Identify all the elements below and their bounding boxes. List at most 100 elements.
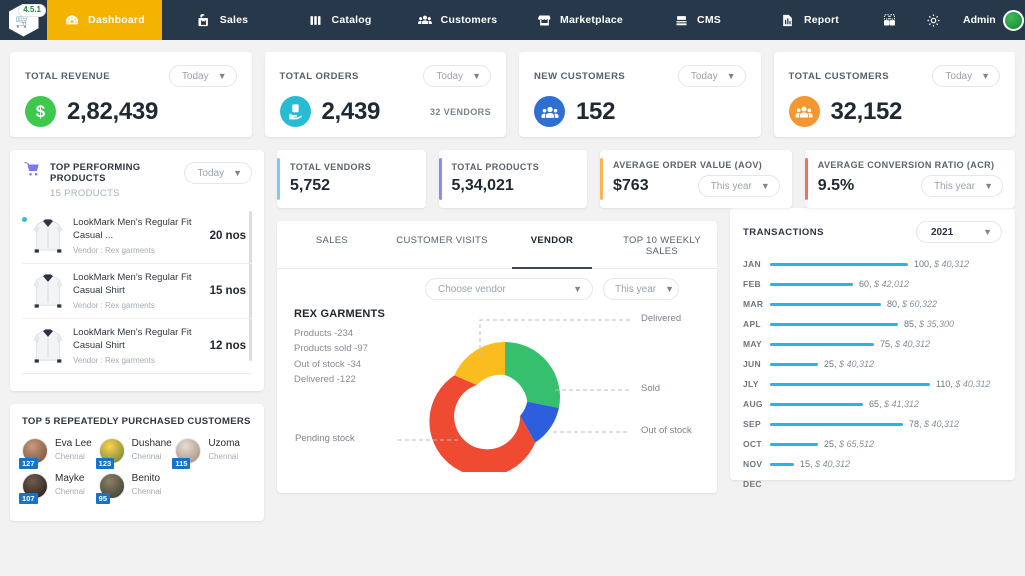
list-item[interactable]: LookMark Men's Regular Fit Casual ... Ve… xyxy=(22,209,252,264)
nav-label-customers: Customers xyxy=(440,14,498,26)
table-row: DEC xyxy=(743,474,1002,494)
list-item[interactable]: 127 Eva Lee Chennai xyxy=(19,438,99,469)
stat-card-total-vendors: TOTAL VENDORS 5,752 xyxy=(277,150,426,208)
kpi-row: TOTAL REVENUE Today ▼ $ 2,82,439 TOTAL O… xyxy=(10,52,1015,137)
vendor-select[interactable]: Choose vendor ▼ xyxy=(425,278,593,300)
tpp-period-select[interactable]: Today ▼ xyxy=(184,162,252,184)
kpi-period-select[interactable]: Today ▼ xyxy=(677,65,746,87)
kpi-value-group: 152 xyxy=(534,96,615,127)
catalog-books-icon xyxy=(308,12,324,28)
stat-card-acr: AVERAGE CONVERSION RATIO (ACR) 9.5% This… xyxy=(804,150,1015,208)
customer-texts: Mayke Chennai xyxy=(55,473,85,499)
transaction-amount: $ 65,512 xyxy=(839,439,875,449)
transaction-amount: $ 40,312 xyxy=(924,419,960,429)
kpi-header: TOTAL ORDERS Today ▼ xyxy=(280,65,491,87)
transaction-value: 110, $ 40,312 xyxy=(936,379,991,389)
month-label: MAY xyxy=(743,339,763,349)
transaction-count: 75 xyxy=(880,339,891,349)
transaction-value: 100, $ 40,312 xyxy=(914,259,970,269)
customer-city: Chennai xyxy=(55,451,85,461)
chart-label-pending-stock: Pending stock xyxy=(295,433,355,444)
month-label: SEP xyxy=(743,419,761,429)
stat-body: $763 This year ▼ xyxy=(613,175,780,197)
transaction-bar xyxy=(770,342,874,346)
list-item[interactable]: 95 Benito Chennai xyxy=(95,473,176,504)
version-badge: 4.5.1 xyxy=(18,4,46,17)
nav-item-catalog[interactable]: Catalog xyxy=(282,0,397,40)
avatar: 95 xyxy=(95,473,125,504)
customer-texts: Uzoma Chennai xyxy=(208,438,240,464)
product-quantity: 12 nos xyxy=(209,340,246,352)
product-vendor: Vendor : Rex garments xyxy=(73,300,155,310)
gear-icon[interactable] xyxy=(911,0,955,40)
chart-subtitle-stats: Products -234 Products sold -97 Out of s… xyxy=(294,326,368,388)
content-area: TOTAL REVENUE Today ▼ $ 2,82,439 TOTAL O… xyxy=(0,40,1025,521)
kpi-period-select[interactable]: Today ▼ xyxy=(423,65,491,87)
customer-name: Eva Lee xyxy=(55,438,92,449)
chart-and-transactions: SALES CUSTOMER VISITS VENDOR TOP 10 WEEK… xyxy=(277,208,1015,493)
product-list[interactable]: LookMark Men's Regular Fit Casual ... Ve… xyxy=(22,209,252,381)
month-label: DEC xyxy=(743,479,762,489)
list-item[interactable]: 123 Dushane Chennai xyxy=(95,438,176,469)
list-item[interactable]: LookMark Men's Regular Fit Casual Shirt … xyxy=(22,319,252,374)
apps-grid-icon[interactable] xyxy=(867,0,911,40)
table-row: JAN 100, $ 40,312 xyxy=(743,254,1002,274)
period-select[interactable]: This year ▼ xyxy=(603,278,679,300)
customer-rank-badge: 127 xyxy=(19,458,38,469)
left-column: TOP PERFORMING PRODUCTS 15 PRODUCTS Toda… xyxy=(10,150,264,521)
product-thumbnail xyxy=(33,274,63,308)
list-item[interactable]: LookMark Men's Regular Fit Casual Shirt … xyxy=(22,264,252,319)
tab-vendor[interactable]: VENDOR xyxy=(497,221,607,269)
list-item[interactable]: 115 Uzoma Chennai xyxy=(172,438,252,469)
tpp-texts: TOP PERFORMING PRODUCTS 15 PRODUCTS xyxy=(50,162,184,199)
kpi-label: TOTAL REVENUE xyxy=(25,70,111,82)
nav-item-customers[interactable]: Customers xyxy=(397,0,517,40)
chart-stat-line: Products sold -97 xyxy=(294,343,368,355)
transaction-count: 65 xyxy=(869,399,880,409)
avatar xyxy=(1002,9,1024,31)
chevron-down-icon: ▼ xyxy=(573,284,582,294)
kpi-card-new-customers: NEW CUSTOMERS Today ▼ 152 xyxy=(519,52,761,137)
month-label: JUN xyxy=(743,359,761,369)
kpi-period-select[interactable]: Today ▼ xyxy=(932,65,1000,87)
list-item[interactable]: 107 Mayke Chennai xyxy=(19,473,99,504)
tab-sales[interactable]: SALES xyxy=(277,221,387,268)
chevron-down-icon: ▼ xyxy=(726,71,736,81)
list-item[interactable]: LookMark Men's Regular Fit Casual Shirt … xyxy=(22,374,252,381)
stat-value: 5,34,021 xyxy=(451,177,514,194)
tpp-period-value: Today xyxy=(197,167,225,179)
kpi-value-group: 32,152 xyxy=(788,96,902,127)
vendor-select-value: Choose vendor xyxy=(438,283,506,295)
month-label: AUG xyxy=(743,399,763,409)
period-select-value: This year xyxy=(615,283,657,295)
transaction-count: 15 xyxy=(800,459,811,469)
transaction-count: 110 xyxy=(936,379,951,389)
kpi-subtext: 32 VENDORS xyxy=(429,106,491,117)
nav-item-sales[interactable]: Sales xyxy=(162,0,282,40)
customer-city: Chennai xyxy=(131,486,162,496)
product-info: LookMark Men's Regular Fit Casual ... Ve… xyxy=(73,217,202,255)
transactions-year-select[interactable]: 2021 ▼ xyxy=(916,221,1002,243)
chevron-down-icon: ▼ xyxy=(984,181,993,191)
nav-item-cms[interactable]: CMS xyxy=(642,0,752,40)
tab-customer-visits[interactable]: CUSTOMER VISITS xyxy=(387,221,497,268)
nav-item-dashboard[interactable]: Dashboard xyxy=(47,0,162,40)
transaction-count: 85 xyxy=(904,319,915,329)
stat-period-select[interactable]: This year ▼ xyxy=(697,175,780,197)
tab-top-10-weekly-sales[interactable]: TOP 10 WEEKLY SALES xyxy=(607,221,717,268)
kpi-value: 152 xyxy=(576,97,616,125)
transaction-amount: $ 40,312 xyxy=(895,339,931,349)
avatar: 127 xyxy=(19,438,48,469)
kpi-period-select[interactable]: Today ▼ xyxy=(168,65,237,87)
accent-bar xyxy=(438,158,442,200)
app-logo[interactable]: 🛒 4.5.1 xyxy=(0,0,47,40)
top-customers-card: TOP 5 REPEATEDLY PURCHASED CUSTOMERS 127… xyxy=(10,404,264,521)
nav-label-report: Report xyxy=(803,14,840,26)
stat-period-select[interactable]: This year ▼ xyxy=(920,175,1003,197)
kpi-value-group: $ 2,82,439 xyxy=(25,96,158,127)
nav-item-report[interactable]: Report xyxy=(752,0,867,40)
admin-menu[interactable]: Admin xyxy=(955,0,1025,40)
admin-label: Admin xyxy=(963,14,996,26)
transaction-amount: $ 41,312 xyxy=(884,399,920,409)
nav-item-marketplace[interactable]: Marketplace xyxy=(517,0,642,40)
